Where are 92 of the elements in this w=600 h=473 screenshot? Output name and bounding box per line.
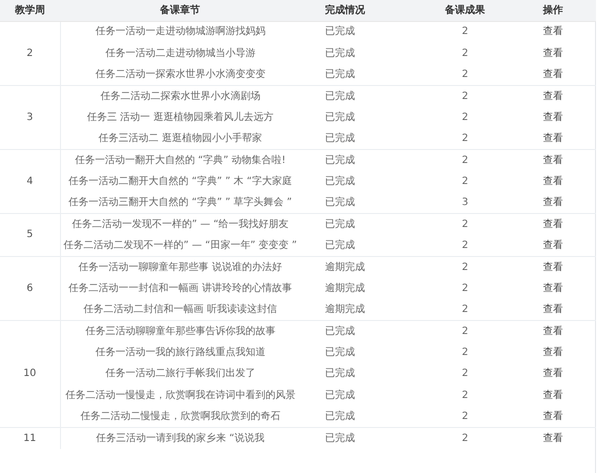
chapter-cell: 任务三 活动一 逛逛植物园乘着风儿去远方: [60, 106, 300, 128]
view-link[interactable]: 查看: [543, 304, 563, 316]
view-link[interactable]: 查看: [543, 368, 563, 380]
status-cell-text: 逾期完成: [324, 282, 366, 296]
column-header: 备课章节: [60, 0, 300, 21]
chapter-cell: 任务二活动二探索水世界小水滴剧场: [60, 85, 300, 107]
chapter-cell: 任务一活动一走进动物城游啊游找妈妈: [60, 21, 300, 42]
status-cell: 已完成: [300, 128, 420, 150]
view-link[interactable]: 查看: [543, 390, 563, 401]
result-cell-text: 2: [460, 388, 470, 403]
result-cell: 2: [420, 214, 510, 235]
chapter-cell: 任务二活动一一封信和一幅画 讲讲玲玲的心情故事: [60, 278, 300, 300]
result-cell: 2: [420, 320, 510, 342]
chapter-cell: 任务二活动二发现不一样的” — “田家一年” 变变变 ”: [60, 234, 300, 256]
status-cell: 已完成: [300, 406, 420, 428]
result-cell-text: 2: [460, 174, 470, 189]
status-cell-text: 已完成: [324, 366, 356, 382]
result-cell: 2: [420, 21, 510, 42]
status-cell-text: 已完成: [324, 388, 356, 403]
status-cell: 逾期完成: [300, 256, 420, 278]
status-cell: 已完成: [300, 149, 420, 171]
status-cell-text: 已完成: [324, 174, 356, 189]
week-cell: 6: [0, 256, 60, 320]
result-cell: 2: [420, 299, 510, 320]
view-link[interactable]: 查看: [543, 112, 563, 123]
week-cell: 4: [0, 149, 60, 214]
chapter-cell: 任务一活动三翻开大自然的 “字典” ” 草字头舞会 ”: [60, 192, 300, 214]
status-cell: 已完成: [300, 234, 420, 256]
result-cell-text: 2: [460, 46, 470, 61]
chapter-cell: 任务一活动一翻开大自然的 “字典” 动物集合啦!: [60, 149, 300, 171]
result-cell-text: 2: [460, 346, 470, 360]
chapter-cell: 任务二活动二封信和一幅画 听我读读这封信: [60, 299, 300, 320]
status-cell: 已完成: [300, 192, 420, 214]
column-header: 完成情况: [300, 0, 420, 21]
view-link[interactable]: 查看: [543, 326, 563, 337]
chapter-cell: 任务三活动一请到我的家乡来 “说说我: [60, 427, 300, 449]
week-cell: 2: [0, 21, 60, 86]
column-header: 操作: [510, 0, 596, 21]
chapter-cell: 任务一活动一我的旅行路线重点我知道: [60, 342, 300, 364]
chapter-cell: 任务一活动二翻开大自然的 “字典” ” 木 “字大家庭: [60, 170, 300, 192]
status-cell: 已完成: [300, 64, 420, 86]
view-link[interactable]: 查看: [543, 410, 563, 422]
view-link[interactable]: 查看: [543, 48, 563, 59]
week-cell: 5: [0, 214, 60, 256]
week-cell: 11: [0, 427, 60, 449]
view-link[interactable]: 查看: [543, 282, 563, 294]
view-link[interactable]: 查看: [543, 68, 563, 80]
view-link[interactable]: 查看: [543, 197, 563, 208]
chapter-cell: 任务二活动一发现不一样的” — “给一我找好朋友: [60, 214, 300, 235]
status-cell: 已完成: [300, 427, 420, 449]
chapter-cell: 任务一活动一聊聊童年那些事 说说谁的办法好: [60, 256, 300, 278]
view-link[interactable]: 查看: [543, 132, 563, 144]
chapter-cell: 任务二活动一慢慢走，欣赏啊我在诗词中看到的风景: [60, 384, 300, 406]
status-cell: 逾期完成: [300, 299, 420, 320]
result-cell: 2: [420, 85, 510, 107]
result-cell: 2: [420, 128, 510, 150]
result-cell: 2: [420, 234, 510, 256]
view-link[interactable]: 查看: [543, 218, 563, 230]
view-link[interactable]: 查看: [543, 240, 563, 251]
result-cell-text: 2: [460, 282, 470, 296]
view-link[interactable]: 查看: [543, 90, 563, 102]
chapter-cell: 任务一活动二旅行手帐我们出发了: [60, 363, 300, 385]
status-cell-text: 已完成: [324, 110, 356, 125]
result-cell: 2: [420, 406, 510, 428]
status-cell: 已完成: [300, 21, 420, 42]
week-cell: 10: [0, 320, 60, 428]
view-link[interactable]: 查看: [543, 432, 563, 444]
week-cell: 3: [0, 85, 60, 150]
column-header: 教学周: [0, 0, 60, 21]
chapter-cell: 任务三活动二 逛逛植物园小小手帮家: [60, 128, 300, 150]
status-cell-text: 已完成: [324, 346, 356, 360]
column-header: 备课成果: [420, 0, 510, 21]
result-cell-text: 2: [460, 110, 470, 125]
view-link[interactable]: 查看: [543, 262, 563, 273]
status-cell: 已完成: [300, 214, 420, 235]
chapter-cell: 任务三活动聊聊童年那些事告诉你我的故事: [60, 320, 300, 342]
result-cell: 2: [420, 427, 510, 449]
view-link[interactable]: 查看: [543, 154, 563, 166]
result-cell: 3: [420, 192, 510, 214]
result-cell: 2: [420, 256, 510, 278]
chapter-cell: 任务二活动一探索水世界小水滴变变变: [60, 64, 300, 86]
view-link[interactable]: 查看: [543, 26, 563, 38]
status-cell-text: 已完成: [324, 46, 356, 61]
chapter-cell: 任务二活动二慢慢走，欣赏啊我欣赏到的奇石: [60, 406, 300, 428]
view-link[interactable]: 查看: [543, 176, 563, 187]
status-cell: 已完成: [300, 320, 420, 342]
result-cell: 2: [420, 149, 510, 171]
result-cell: 2: [420, 64, 510, 86]
chapter-cell: 任务一活动二走进动物城当小导游: [60, 42, 300, 64]
view-link[interactable]: 查看: [543, 347, 563, 358]
result-cell-text: 2: [460, 367, 470, 382]
status-cell: 已完成: [300, 85, 420, 107]
